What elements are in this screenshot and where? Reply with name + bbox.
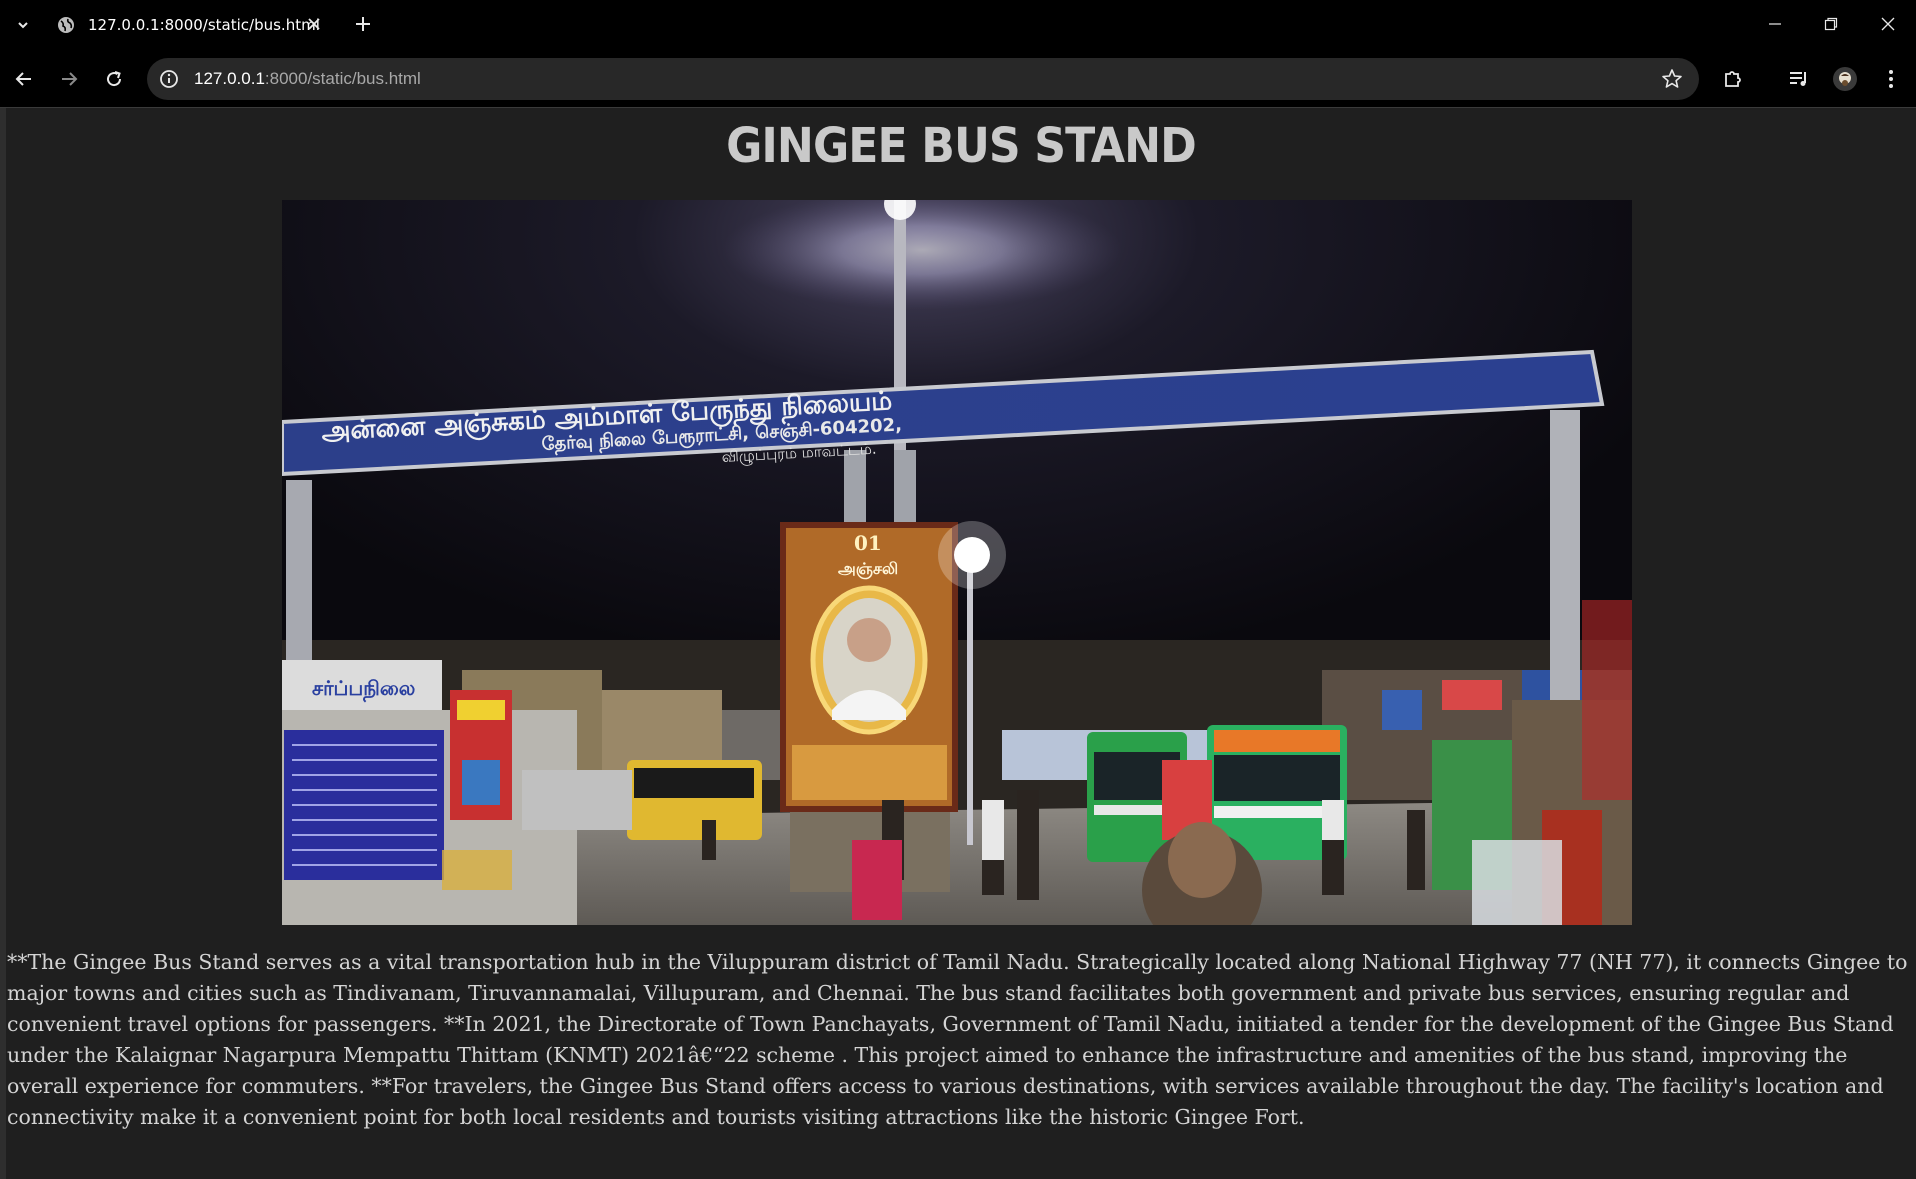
plus-icon[interactable] [350, 11, 376, 37]
playlist-icon[interactable] [1782, 62, 1816, 96]
arrow-left-icon[interactable] [7, 62, 41, 96]
tab-strip: 127.0.0.1:8000/static/bus.html [0, 0, 1916, 50]
page-content: GINGEE BUS STAND அன்னை அஞ்சுகம் அம்மாள் … [0, 108, 1916, 1179]
banner-name: அஞ்சலி [838, 559, 898, 579]
kebab-menu-icon[interactable] [1874, 62, 1908, 96]
arrow-right-icon[interactable] [52, 62, 86, 96]
svg-text:சர்ப்பநிலை: சர்ப்பநிலை [312, 676, 415, 703]
description-paragraph: **The Gingee Bus Stand serves as a vital… [7, 950, 1908, 1129]
bus-stand-photo: அன்னை அஞ்சுகம் அம்மாள் பேருந்து நிலையம் … [282, 200, 1632, 925]
restore-icon[interactable] [1811, 8, 1851, 40]
globe-icon [58, 17, 74, 33]
chevron-down-icon[interactable] [12, 14, 34, 36]
reload-icon[interactable] [97, 62, 131, 96]
close-icon[interactable] [304, 15, 324, 35]
info-icon[interactable] [157, 67, 181, 91]
minimize-icon[interactable] [1755, 8, 1795, 40]
star-icon[interactable] [1661, 68, 1683, 90]
avatar[interactable] [1828, 62, 1862, 96]
puzzle-icon[interactable] [1716, 62, 1750, 96]
banner-number: 01 [854, 531, 882, 555]
page-title: GINGEE BUS STAND [726, 118, 1197, 174]
address-bar[interactable]: 127.0.0.1:8000/static/bus.html [147, 58, 1699, 100]
url-text[interactable]: 127.0.0.1:8000/static/bus.html [194, 69, 421, 89]
browser-toolbar: 127.0.0.1:8000/static/bus.html [0, 50, 1916, 108]
url-path: :8000/static/bus.html [264, 69, 421, 88]
close-window-icon[interactable] [1868, 8, 1908, 40]
url-host: 127.0.0.1 [194, 69, 265, 88]
browser-tab[interactable]: 127.0.0.1:8000/static/bus.html [46, 6, 338, 44]
tab-title: 127.0.0.1:8000/static/bus.html [88, 16, 320, 34]
